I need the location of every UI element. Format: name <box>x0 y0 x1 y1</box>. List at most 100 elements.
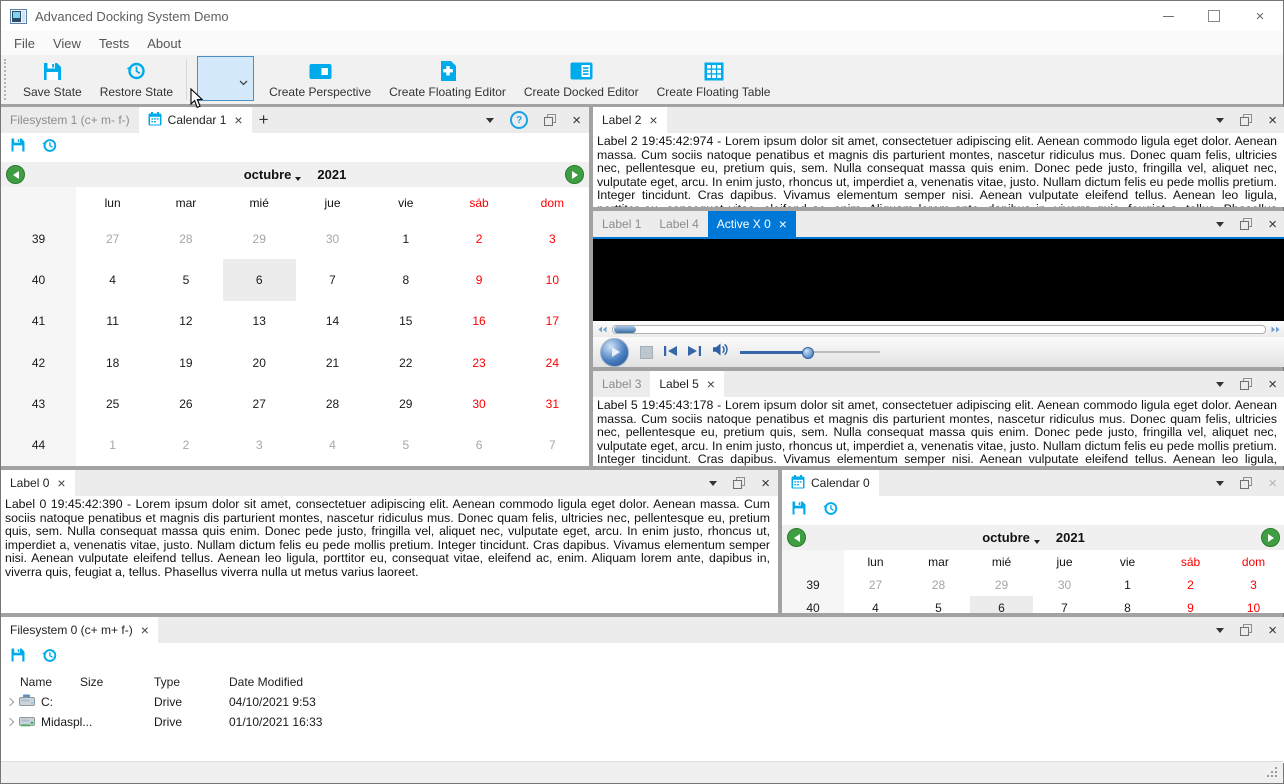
calendar-year-label[interactable]: 2021 <box>1056 530 1085 545</box>
tab-label3[interactable]: Label 3 <box>593 371 650 397</box>
next-month-button[interactable] <box>1261 528 1280 547</box>
close-panel-icon[interactable]: × <box>1268 377 1277 392</box>
close-panel-icon[interactable]: × <box>1268 217 1277 232</box>
save-icon[interactable] <box>10 647 26 668</box>
create-perspective-button[interactable]: Create Perspective <box>260 55 380 104</box>
calendar-day-cell[interactable]: 2 <box>149 425 222 466</box>
calendar-day-cell[interactable]: 22 <box>369 342 442 383</box>
calendar-day-cell[interactable]: 6 <box>442 425 515 466</box>
calendar-day-cell[interactable]: 5 <box>907 596 970 614</box>
close-panel-icon[interactable]: × <box>1268 476 1277 491</box>
help-icon[interactable] <box>510 111 529 129</box>
float-panel-icon[interactable] <box>1240 114 1253 126</box>
tab-list-dropdown-icon[interactable] <box>1216 381 1225 387</box>
rewind-icon[interactable] <box>598 320 607 338</box>
restore-icon[interactable] <box>41 647 58 669</box>
float-panel-icon[interactable] <box>733 477 746 489</box>
tab-calendar1[interactable]: Calendar 1 × <box>138 107 252 133</box>
float-panel-icon[interactable] <box>1240 477 1253 489</box>
save-icon[interactable] <box>791 500 807 521</box>
previous-track-button[interactable] <box>664 343 677 361</box>
volume-slider[interactable] <box>740 346 880 359</box>
calendar-day-cell[interactable]: 29 <box>970 573 1033 596</box>
calendar-day-cell[interactable]: 28 <box>907 573 970 596</box>
calendar-day-cell[interactable]: 19 <box>149 342 222 383</box>
save-icon[interactable] <box>10 137 26 158</box>
tab-list-dropdown-icon[interactable] <box>486 117 495 123</box>
calendar-day-cell[interactable]: 28 <box>149 218 222 259</box>
calendar-day-cell[interactable]: 1 <box>76 425 149 466</box>
calendar-day-cell[interactable]: 13 <box>223 301 296 342</box>
calendar-day-cell[interactable]: 3 <box>1222 573 1284 596</box>
tab-label4[interactable]: Label 4 <box>650 211 707 237</box>
expander-chevron-icon[interactable] <box>5 717 15 727</box>
calendar-day-cell[interactable]: 14 <box>296 301 369 342</box>
calendar-day-cell[interactable]: 8 <box>369 259 442 300</box>
restore-icon[interactable] <box>41 137 58 159</box>
calendar-day-cell[interactable]: 1 <box>1096 573 1159 596</box>
close-tab-icon[interactable]: × <box>234 113 242 127</box>
calendar-day-cell[interactable]: 31 <box>516 383 589 424</box>
close-tab-icon[interactable]: × <box>141 623 149 637</box>
close-panel-icon[interactable]: × <box>761 476 770 491</box>
float-panel-icon[interactable] <box>1240 624 1253 636</box>
tab-list-dropdown-icon[interactable] <box>709 480 718 486</box>
calendar-day-cell[interactable]: 1 <box>369 218 442 259</box>
calendar-day-cell[interactable]: 28 <box>296 383 369 424</box>
calendar-day-cell[interactable]: 27 <box>223 383 296 424</box>
calendar-day-cell[interactable]: 12 <box>149 301 222 342</box>
tab-label0[interactable]: Label 0 × <box>1 470 75 496</box>
float-panel-icon[interactable] <box>1240 218 1253 230</box>
calendar-day-cell[interactable]: 5 <box>149 259 222 300</box>
menu-view[interactable]: View <box>44 36 90 51</box>
close-panel-icon[interactable]: × <box>1268 113 1277 128</box>
column-header-name[interactable]: Name <box>1 675 80 689</box>
tab-calendar0[interactable]: Calendar 0 <box>782 470 879 496</box>
restore-state-button[interactable]: Restore State <box>91 55 182 104</box>
calendar-day-cell[interactable]: 15 <box>369 301 442 342</box>
calendar-day-cell[interactable]: 18 <box>76 342 149 383</box>
close-tab-icon[interactable]: × <box>707 377 715 391</box>
tab-list-dropdown-icon[interactable] <box>1216 221 1225 227</box>
tab-label5[interactable]: Label 5 × <box>650 371 724 397</box>
calendar-day-cell[interactable]: 23 <box>442 342 515 383</box>
calendar-day-cell[interactable]: 7 <box>516 425 589 466</box>
calendar-day-cell[interactable]: 27 <box>76 218 149 259</box>
column-header-type[interactable]: Type <box>154 675 229 689</box>
calendar-day-cell[interactable]: 7 <box>296 259 369 300</box>
calendar-day-cell[interactable]: 29 <box>369 383 442 424</box>
calendar-day-cell[interactable]: 5 <box>369 425 442 466</box>
next-track-button[interactable] <box>688 343 701 361</box>
calendar-day-cell[interactable]: 26 <box>149 383 222 424</box>
calendar-day-cell[interactable]: 20 <box>223 342 296 383</box>
tab-filesystem1[interactable]: Filesystem 1 (c+ m- f-) <box>1 107 139 133</box>
maximize-button[interactable] <box>1191 1 1237 31</box>
close-tab-icon[interactable]: × <box>57 476 65 490</box>
play-button[interactable] <box>600 337 629 367</box>
tab-list-dropdown-icon[interactable] <box>1216 480 1225 486</box>
tab-label2[interactable]: Label 2 × <box>593 107 667 133</box>
calendar-day-cell[interactable]: 21 <box>296 342 369 383</box>
prev-month-button[interactable] <box>6 165 25 184</box>
seek-slider[interactable] <box>612 324 1266 334</box>
minimize-button[interactable] <box>1145 1 1191 31</box>
calendar-day-cell[interactable]: 17 <box>516 301 589 342</box>
perspective-combo[interactable] <box>197 56 255 101</box>
volume-mute-button[interactable] <box>712 343 729 361</box>
save-state-button[interactable]: Save State <box>14 55 91 104</box>
next-month-button[interactable] <box>565 165 584 184</box>
column-header-date-modified[interactable]: Date Modified <box>229 675 1284 689</box>
calendar-day-cell[interactable]: 3 <box>516 218 589 259</box>
calendar-day-cell[interactable]: 25 <box>76 383 149 424</box>
calendar-day-cell[interactable]: 10 <box>516 259 589 300</box>
create-floating-editor-button[interactable]: Create Floating Editor <box>380 55 515 104</box>
volume-handle[interactable] <box>802 347 815 359</box>
tab-label1[interactable]: Label 1 <box>593 211 650 237</box>
calendar-day-cell[interactable]: 7 <box>1033 596 1096 614</box>
calendar-day-cell[interactable]: 11 <box>76 301 149 342</box>
fast-forward-icon[interactable] <box>1271 320 1280 338</box>
create-docked-editor-button[interactable]: Create Docked Editor <box>515 55 648 104</box>
calendar-day-cell[interactable]: 30 <box>442 383 515 424</box>
calendar-day-cell[interactable]: 9 <box>1159 596 1222 614</box>
calendar-day-cell[interactable]: 2 <box>442 218 515 259</box>
